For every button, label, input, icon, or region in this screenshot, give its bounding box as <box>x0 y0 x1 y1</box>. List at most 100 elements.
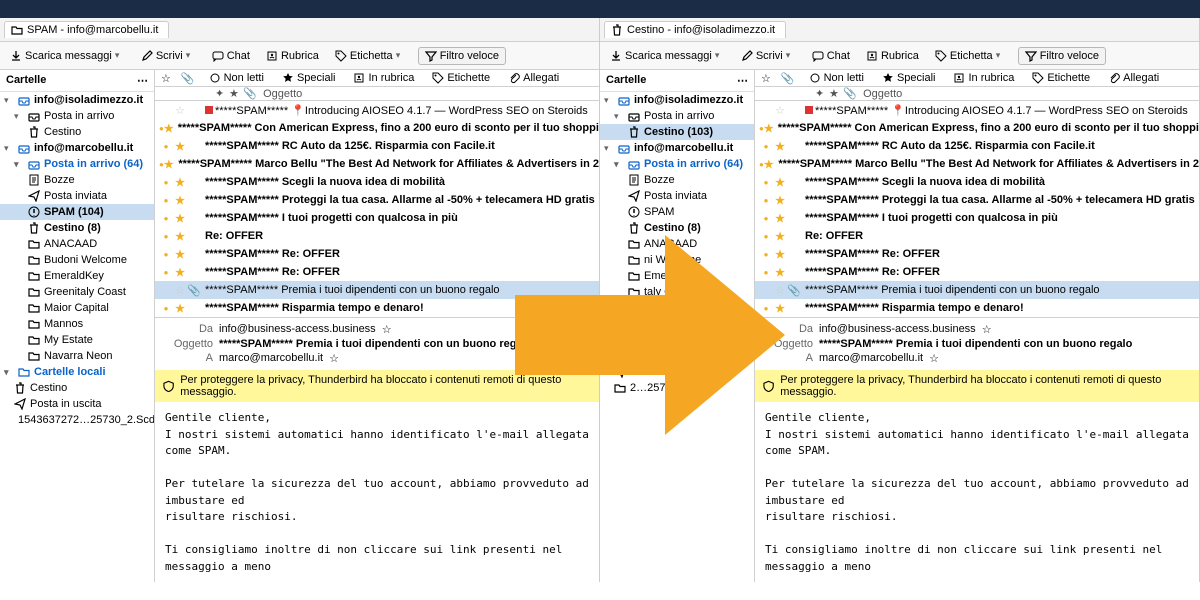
filter-tags[interactable]: Etichette <box>428 70 494 86</box>
tag-button[interactable]: Etichetta▾ <box>331 48 410 64</box>
star-icon[interactable]: ☆ <box>773 104 787 117</box>
preview-from[interactable]: info@business-access.business <box>219 323 376 336</box>
col-subject[interactable]: Oggetto <box>263 88 302 100</box>
tag-button[interactable]: Etichetta▾ <box>931 48 1010 64</box>
download-button[interactable]: Scarica messaggi▾ <box>6 48 129 64</box>
message-row[interactable]: ●★*****SPAM***** Scegli la nuova idea di… <box>755 173 1199 191</box>
folder-custom[interactable]: ANACAAD <box>0 236 154 252</box>
star-icon[interactable]: ★ <box>773 194 787 207</box>
star-icon[interactable]: ★ <box>173 230 187 243</box>
filter-unread[interactable]: Non letti <box>805 70 868 86</box>
folder-drafts[interactable]: Bozze <box>600 172 754 188</box>
remote-content-warning[interactable]: Per proteggere la privacy, Thunderbird h… <box>155 370 599 402</box>
folder-inbox[interactable]: ▾Posta in arrivo <box>600 108 754 124</box>
folder-trash[interactable]: Cestino <box>0 124 154 140</box>
folder-custom[interactable]: Navarra Neon <box>0 348 154 364</box>
star-icon[interactable]: ★ <box>773 176 787 189</box>
folder-inbox-marco[interactable]: ▾Posta in arrivo (64) <box>0 156 154 172</box>
folder-outbox[interactable]: scita <box>600 364 754 380</box>
account-marco[interactable]: ▾info@marcobellu.it <box>0 140 154 156</box>
preview-to[interactable]: marco@marcobellu.it <box>219 352 323 365</box>
folder-outbox[interactable]: Posta in uscita <box>0 396 154 412</box>
download-button[interactable]: Scarica messaggi▾ <box>606 48 729 64</box>
star-icon[interactable]: ☆ <box>173 284 187 297</box>
folder-trash[interactable]: Cestino (8) <box>0 220 154 236</box>
star-icon[interactable]: ★ <box>173 140 187 153</box>
star-icon[interactable]: ★ <box>764 122 774 135</box>
folder-custom[interactable]: Budoni Welcome <box>0 252 154 268</box>
folder-custom[interactable]: Maior Capital <box>0 300 154 316</box>
col-subject[interactable]: Oggetto <box>863 88 902 100</box>
addressbook-button[interactable]: Rubrica <box>862 48 923 64</box>
message-row[interactable]: ●★*****SPAM***** Risparmia tempo e denar… <box>155 299 599 317</box>
star-icon[interactable]: ★ <box>173 212 187 225</box>
folder-custom[interactable]: Mannos <box>0 316 154 332</box>
star-icon[interactable]: ☆ <box>773 284 787 297</box>
filter-clip-icon[interactable]: 📎 <box>781 72 795 85</box>
folder-custom[interactable]: taly Coast <box>600 284 754 300</box>
addressbook-button[interactable]: Rubrica <box>262 48 323 64</box>
message-row[interactable]: ●★*****SPAM***** Marco Bellu "The Best A… <box>755 155 1199 173</box>
star-icon[interactable]: ★ <box>773 212 787 225</box>
folder-sent[interactable]: Posta inviata <box>0 188 154 204</box>
message-row[interactable]: ●★*****SPAM***** Scegli la nuova idea di… <box>155 173 599 191</box>
star-icon[interactable]: ★ <box>773 230 787 243</box>
star-icon[interactable]: ★ <box>773 248 787 261</box>
folder-custom[interactable]: ni Welcome <box>600 252 754 268</box>
window-tab[interactable]: SPAM - info@marcobellu.it <box>4 21 169 38</box>
star-icon[interactable]: ★ <box>173 248 187 261</box>
message-row[interactable]: ☆*****SPAM***** 📍Introducing AIOSEO 4.1.… <box>755 101 1199 119</box>
star-icon[interactable]: ★ <box>164 158 174 171</box>
compose-button[interactable]: Scrivi▾ <box>137 48 200 64</box>
remote-content-warning[interactable]: Per proteggere la privacy, Thunderbird h… <box>755 370 1199 402</box>
message-row[interactable]: ●★*****SPAM***** Re: OFFER <box>755 245 1199 263</box>
star-icon[interactable]: ☆ <box>173 104 187 117</box>
folder-custom[interactable]: ANACAAD <box>600 236 754 252</box>
window-tab[interactable]: Cestino - info@isoladimezzo.it <box>604 21 786 38</box>
chat-button[interactable]: Chat <box>208 48 254 64</box>
sidebar-menu-icon[interactable]: ⋯ <box>737 74 748 87</box>
message-row[interactable]: ●★*****SPAM***** I tuoi progetti con qua… <box>755 209 1199 227</box>
folder-spam[interactable]: SPAM <box>600 204 754 220</box>
folder-custom[interactable]: My Estate <box>600 332 754 348</box>
filter-contacts[interactable]: In rubrica <box>349 70 418 86</box>
account-marco[interactable]: ▾info@marcobellu.it <box>600 140 754 156</box>
folder-trash-local[interactable]: Cestino <box>0 380 154 396</box>
folder-inbox-marco[interactable]: ▾Posta in arrivo (64) <box>600 156 754 172</box>
folder-drafts[interactable]: Bozze <box>0 172 154 188</box>
folder-custom[interactable]: or Capital <box>600 300 754 316</box>
local-folders[interactable]: ▾Cartelle locali <box>0 364 154 380</box>
filter-star-icon[interactable]: ☆ <box>161 72 171 85</box>
preview-from[interactable]: info@business-access.business <box>819 323 976 336</box>
message-row[interactable]: ●★*****SPAM***** Proteggi la tua casa. A… <box>755 191 1199 209</box>
folder-custom[interactable]: EmeraldKey <box>600 268 754 284</box>
star-icon[interactable]: ★ <box>173 266 187 279</box>
quickfilter-button[interactable]: Filtro veloce <box>1018 47 1106 65</box>
message-row[interactable]: ●★*****SPAM***** RC Auto da 125€. Rispar… <box>755 137 1199 155</box>
chat-button[interactable]: Chat <box>808 48 854 64</box>
folder-spam[interactable]: SPAM (104) <box>0 204 154 220</box>
star-icon[interactable]: ★ <box>773 140 787 153</box>
star-icon[interactable]: ★ <box>173 194 187 207</box>
filter-star-icon[interactable]: ☆ <box>761 72 771 85</box>
account-isola[interactable]: ▾info@isoladimezzo.it <box>0 92 154 108</box>
message-row[interactable]: ☆📎*****SPAM***** Premia i tuoi dipendent… <box>755 281 1199 299</box>
filter-contacts[interactable]: In rubrica <box>949 70 1018 86</box>
filter-starred[interactable]: Speciali <box>878 70 940 86</box>
message-row[interactable]: ●★*****SPAM***** I tuoi progetti con qua… <box>155 209 599 227</box>
folder-custom[interactable]: varra Neon <box>600 348 754 364</box>
folder-custom[interactable]: Mannos <box>600 316 754 332</box>
quickfilter-button[interactable]: Filtro veloce <box>418 47 506 65</box>
star-icon[interactable]: ★ <box>173 176 187 189</box>
star-icon[interactable]: ★ <box>773 302 787 315</box>
filter-tags[interactable]: Etichette <box>1028 70 1094 86</box>
filter-attach[interactable]: Allegati <box>504 70 563 86</box>
star-icon[interactable]: ★ <box>173 302 187 315</box>
star-icon[interactable]: ★ <box>773 266 787 279</box>
sidebar-menu-icon[interactable]: ⋯ <box>137 74 148 87</box>
message-row[interactable]: ●★*****SPAM***** Proteggi la tua casa. A… <box>155 191 599 209</box>
folder-sent[interactable]: Posta inviata <box>600 188 754 204</box>
compose-button[interactable]: Scrivi▾ <box>737 48 800 64</box>
folder-trash[interactable]: Cestino (103) <box>600 124 754 140</box>
folder-custom[interactable]: Greenitaly Coast <box>0 284 154 300</box>
